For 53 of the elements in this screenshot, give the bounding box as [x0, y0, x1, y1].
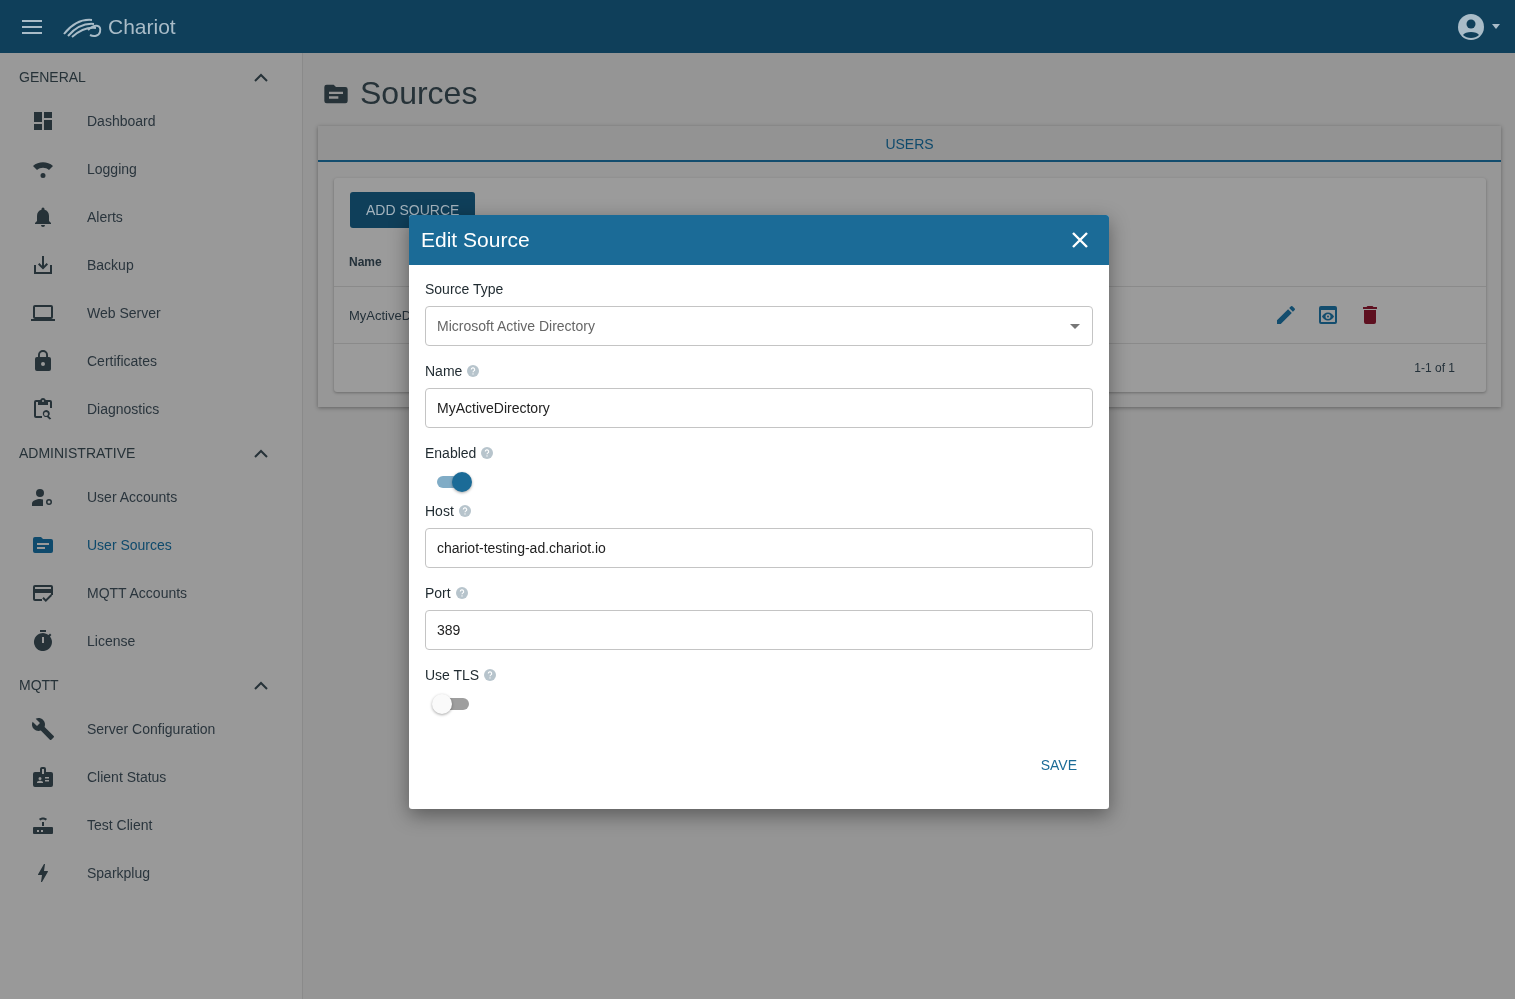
dropdown-caret-icon	[1070, 323, 1080, 329]
sidebar-item[interactable]: Certificates	[0, 337, 302, 385]
field-label: Enabled	[425, 445, 477, 461]
field-label: Name	[425, 363, 463, 379]
sidebar-item[interactable]: Web Server	[0, 289, 302, 337]
field-label: Source Type	[425, 281, 504, 297]
table-cell: MyActiveD	[349, 307, 412, 323]
input-field[interactable]: chariot-testing-ad.chariot.io	[425, 528, 1093, 568]
stopwatch-icon	[31, 629, 55, 653]
section-title: ADMINISTRATIVE	[19, 445, 137, 461]
input-field[interactable]: MyActiveDirectory	[425, 388, 1093, 428]
sidebar-item[interactable]: Alerts	[0, 193, 302, 241]
caret-icon[interactable]	[1491, 23, 1501, 30]
section-title: GENERAL	[19, 69, 87, 85]
field-label: Port	[425, 585, 451, 601]
download-icon	[31, 253, 55, 277]
sidebar-item[interactable]: Test Client	[0, 801, 302, 849]
page-title: Sources	[360, 75, 478, 112]
sidebar-item[interactable]: Backup	[0, 241, 302, 289]
toggle-switch[interactable]	[435, 470, 471, 492]
sidebar-item[interactable]: Sparkplug	[0, 849, 302, 897]
wrench-icon	[31, 717, 55, 741]
toggle-switch[interactable]	[435, 692, 471, 714]
save-button[interactable]: SAVE	[1024, 749, 1093, 781]
app-name: Chariot	[108, 14, 176, 39]
sidebar-item[interactable]: Logging	[0, 145, 302, 193]
column-header: Name	[349, 255, 382, 269]
sidebar-item[interactable]: User Accounts	[0, 473, 302, 521]
sidebar-item[interactable]: Server Configuration	[0, 705, 302, 753]
chevron-up-icon[interactable]	[254, 448, 268, 458]
sidebar-item[interactable]: Client Status	[0, 753, 302, 801]
chevron-up-icon[interactable]	[254, 680, 268, 690]
edit-icon[interactable]	[1274, 303, 1298, 327]
clipboard-search-icon	[31, 397, 55, 421]
field-label: Host	[425, 503, 454, 519]
section-title: MQTT	[19, 677, 60, 693]
input-field[interactable]: 389	[425, 610, 1093, 650]
dialog-title: Edit Source	[421, 228, 531, 252]
tab[interactable]: USERS	[318, 126, 1501, 160]
dashboard-icon	[31, 109, 55, 133]
sidebar-item[interactable]: Dashboard	[0, 97, 302, 145]
id-badge-icon	[31, 765, 55, 789]
sidebar-item[interactable]: Diagnostics	[0, 385, 302, 433]
field-label: Use TLS	[425, 667, 480, 683]
chevron-up-icon[interactable]	[254, 72, 268, 82]
menu-icon[interactable]	[22, 19, 42, 34]
sidebar-item[interactable]: User Sources	[0, 521, 302, 569]
account-icon[interactable]	[1457, 12, 1485, 41]
sidebar-item[interactable]: MQTT Accounts	[0, 569, 302, 617]
source-type-dropdown[interactable]: Microsoft Active Directory	[425, 306, 1093, 346]
pagination-text: 1-1 of 1	[1414, 361, 1455, 375]
sidebar-item[interactable]: License	[0, 617, 302, 665]
preview-icon[interactable]	[1316, 303, 1340, 327]
